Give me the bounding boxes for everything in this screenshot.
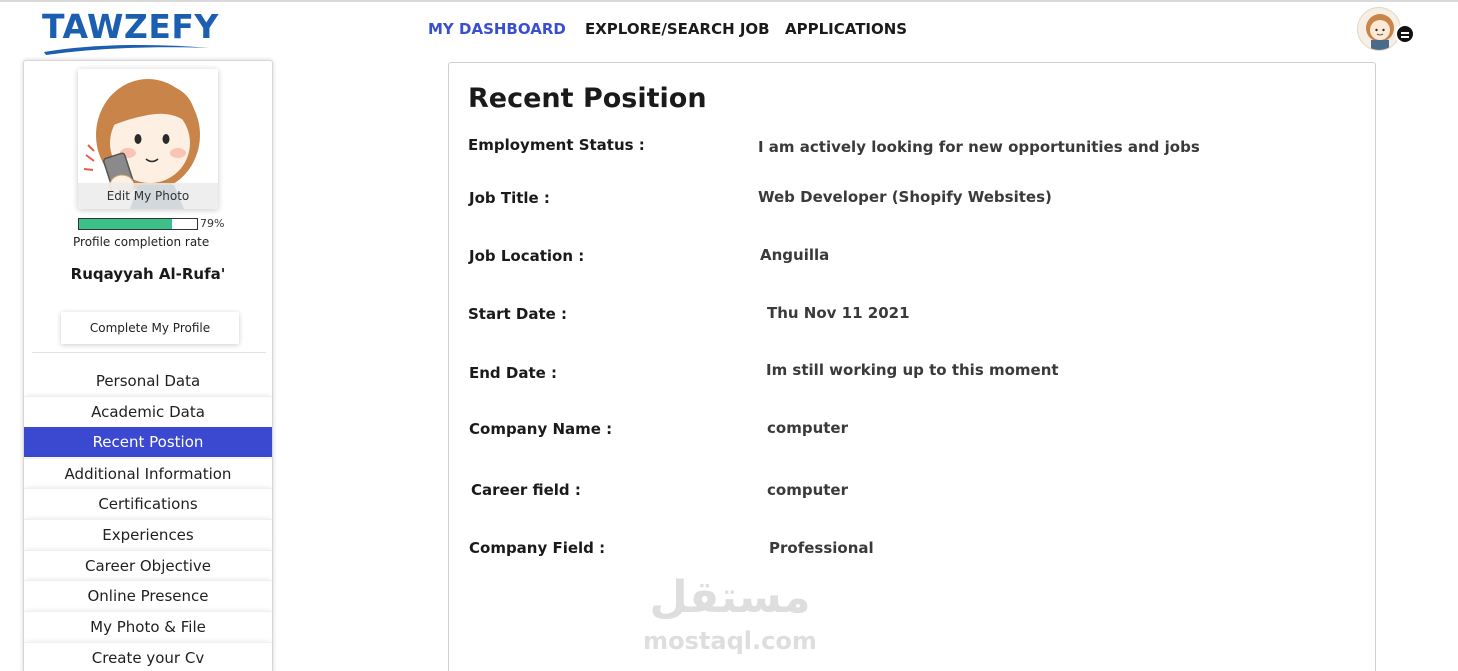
avatar-illustration-icon: [1366, 14, 1394, 50]
job-title-label: Job Title :: [469, 189, 550, 207]
page-title: Recent Position: [468, 83, 707, 114]
start-date-label: Start Date :: [468, 305, 568, 323]
sidebar-item-career-objective[interactable]: Career Objective: [24, 550, 272, 580]
watermark-latin: mostaql.com: [643, 627, 817, 655]
mostaql-watermark: مستقل mostaql.com: [640, 570, 820, 660]
profile-completion-fill: [79, 219, 173, 229]
sidebar-item-certifications[interactable]: Certifications: [24, 488, 272, 518]
profile-sidebar: Edit My Photo 79% Profile completion rat…: [23, 60, 273, 671]
company-name-value: computer: [767, 419, 848, 437]
end-date-value: Im still working up to this moment: [766, 361, 1059, 379]
sidebar-item-personal-data[interactable]: Personal Data: [24, 366, 272, 396]
sidebar-item-my-photo-file[interactable]: My Photo & File: [24, 611, 272, 641]
job-location-value: Anguilla: [760, 246, 830, 264]
top-border: [0, 0, 1458, 2]
company-field-label: Company Field :: [469, 539, 606, 557]
profile-completion-label: Profile completion rate: [73, 235, 210, 249]
start-date-value: Thu Nov 11 2021: [767, 304, 910, 322]
sidebar-divider: [32, 352, 266, 353]
watermark-arabic: مستقل: [649, 572, 811, 623]
sidebar-item-create-cv[interactable]: Create your Cv: [24, 642, 272, 671]
nav-applications[interactable]: APPLICATIONS: [785, 18, 907, 40]
end-date-label: End Date :: [469, 364, 558, 382]
profile-completion-bar: [78, 218, 198, 230]
sidebar-item-recent-position[interactable]: Recent Postion: [24, 427, 272, 457]
sidebar-item-online-presence[interactable]: Online Presence: [24, 580, 272, 610]
tawzefy-logo[interactable]: TAWZEFY: [42, 6, 218, 58]
company-name-label: Company Name :: [469, 420, 613, 438]
user-name: Ruqayyah Al-Rufa': [70, 265, 226, 283]
employment-status-value: I am actively looking for new opportunit…: [758, 138, 1200, 156]
employment-status-label: Employment Status :: [468, 136, 645, 154]
menu-icon[interactable]: [1395, 24, 1415, 44]
profile-completion-percent: 79%: [200, 217, 225, 230]
recent-position-card: Recent Position Employment Status : I am…: [448, 62, 1376, 671]
job-title-value: Web Developer (Shopify Websites): [758, 188, 1052, 206]
career-field-value: computer: [767, 481, 848, 499]
complete-profile-button[interactable]: Complete My Profile: [61, 312, 239, 344]
sidebar-item-additional-information[interactable]: Additional Information: [24, 458, 272, 488]
nav-explore-search-job[interactable]: EXPLORE/SEARCH JOB: [585, 18, 770, 40]
job-location-label: Job Location :: [469, 247, 585, 265]
edit-photo-button[interactable]: Edit My Photo: [78, 183, 218, 209]
user-avatar[interactable]: [1357, 7, 1401, 51]
career-field-label: Career field :: [471, 481, 581, 499]
sidebar-item-academic-data[interactable]: Academic Data: [24, 396, 272, 426]
sidebar-item-experiences[interactable]: Experiences: [24, 519, 272, 549]
nav-my-dashboard[interactable]: MY DASHBOARD: [428, 18, 566, 40]
logo-swoosh-icon: [44, 44, 210, 55]
company-field-value: Professional: [769, 539, 874, 557]
